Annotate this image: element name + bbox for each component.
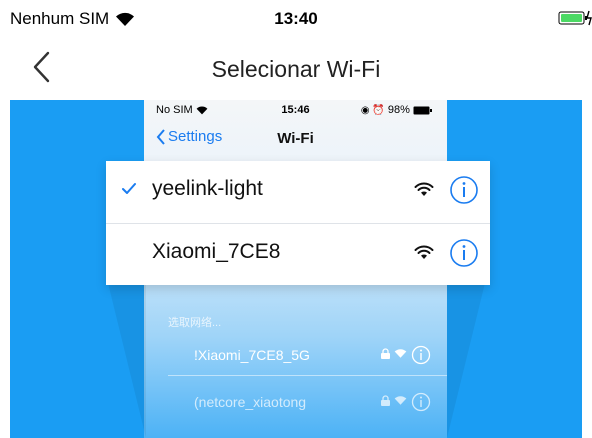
info-icon (411, 345, 431, 365)
network-name: yeelink-light (152, 177, 263, 200)
network-section-header: 选取网络... (168, 317, 222, 329)
divider (168, 375, 447, 376)
wifi-row[interactable]: Xiaomi_7CE8 (106, 224, 490, 286)
wifi-icon (414, 245, 434, 259)
status-bar: Nenhum SIM 13:40 (0, 0, 592, 36)
info-icon[interactable] (449, 175, 479, 205)
network-name: Xiaomi_7CE8 (152, 240, 281, 263)
wifi-instruction-illustration: No SIM 15:46 ◉ ⏰ 98% Settings Wi-Fi 选取网络… (10, 100, 582, 438)
network-row-icons (381, 392, 431, 412)
network-row: !Xiaomi_7CE8_5G (144, 339, 447, 373)
wifi-list-card: yeelink-light Xiaomi_7CE8 (106, 161, 490, 285)
navigation-bar: Selecionar Wi-Fi (0, 36, 592, 100)
wifi-icon (394, 348, 407, 358)
lock-icon (381, 395, 391, 406)
phone-nav-title: Wi-Fi (277, 130, 314, 147)
network-row-icons (381, 345, 431, 365)
info-icon[interactable] (449, 238, 479, 268)
card-shadow-right (447, 275, 487, 438)
network-name: (netcore_xiaotong (194, 394, 307, 410)
wifi-icon (414, 182, 434, 196)
card-shadow-left (106, 275, 146, 438)
battery-icon (558, 10, 592, 26)
phone-status-right: ◉ ⏰ 98% (361, 104, 433, 116)
phone-status-bar: No SIM 15:46 ◉ ⏰ 98% (144, 104, 447, 120)
info-icon (411, 392, 431, 412)
checkmark-icon (122, 183, 136, 194)
phone-nav-bar: Settings Wi-Fi (144, 128, 447, 152)
clock: 13:40 (274, 9, 318, 28)
network-name: !Xiaomi_7CE8_5G (194, 347, 310, 363)
network-row: (netcore_xiaotong (144, 386, 447, 420)
page-title: Selecionar Wi-Fi (211, 56, 381, 82)
battery-icon (413, 106, 432, 115)
lock-icon (381, 348, 391, 359)
phone-battery-percent: 98% (387, 104, 410, 116)
wifi-icon (394, 395, 407, 405)
wifi-row-connected[interactable]: yeelink-light (106, 161, 490, 223)
